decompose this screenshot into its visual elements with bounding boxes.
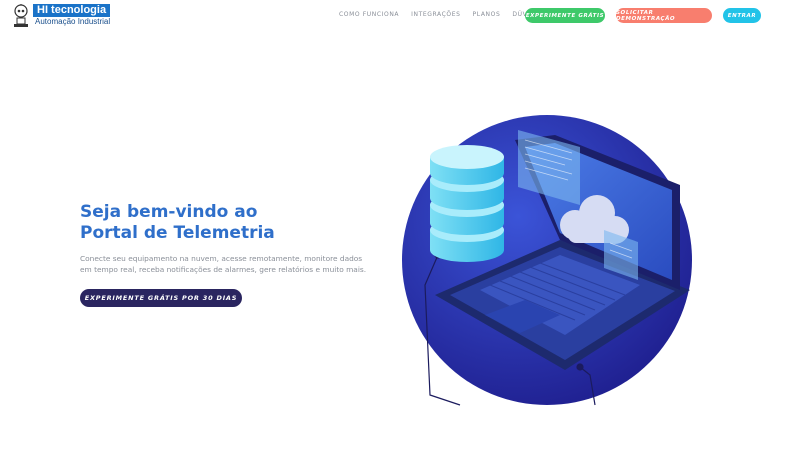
database-icon bbox=[430, 145, 504, 262]
logo-subtitle: Automação Industrial bbox=[35, 17, 111, 26]
hero-title: Seja bem-vindo ao Portal de Telemetria bbox=[80, 202, 275, 244]
site-header: HI tecnologia Automação Industrial COMO … bbox=[0, 0, 800, 32]
free-trial-30-days-button[interactable]: EXPERIMENTE GRÁTIS POR 30 DIAS bbox=[80, 289, 242, 307]
request-demo-button[interactable]: SOLICITAR DEMONSTRAÇÃO bbox=[616, 8, 712, 23]
nav-como-funciona[interactable]: COMO FUNCIONA bbox=[339, 11, 399, 19]
hero-description: Conecte seu equipamento na nuvem, acesse… bbox=[80, 253, 370, 275]
hero-title-line1: Seja bem-vindo ao bbox=[80, 202, 258, 222]
logo-brand-text: HI tecnologia bbox=[33, 4, 111, 17]
trial-button[interactable]: EXPERIMENTE GRÁTIS bbox=[525, 8, 605, 23]
hero-description-line2: em tempo real, receba notificações de al… bbox=[80, 265, 367, 274]
nav-integracoes[interactable]: INTEGRAÇÕES bbox=[411, 11, 460, 19]
main-nav: COMO FUNCIONA INTEGRAÇÕES PLANOS DÚVIDAS bbox=[339, 11, 556, 19]
hero-description-line1: Conecte seu equipamento na nuvem, acesse… bbox=[80, 254, 363, 263]
login-button[interactable]: ENTRAR bbox=[723, 8, 761, 23]
hero-title-line2: Portal de Telemetria bbox=[80, 223, 275, 243]
robot-logo-icon bbox=[14, 4, 28, 27]
cloud-laptop-illustration bbox=[402, 115, 692, 406]
hi-tecnologia-logo[interactable]: HI tecnologia Automação Industrial bbox=[12, 4, 111, 28]
nav-planos[interactable]: PLANOS bbox=[473, 11, 501, 19]
